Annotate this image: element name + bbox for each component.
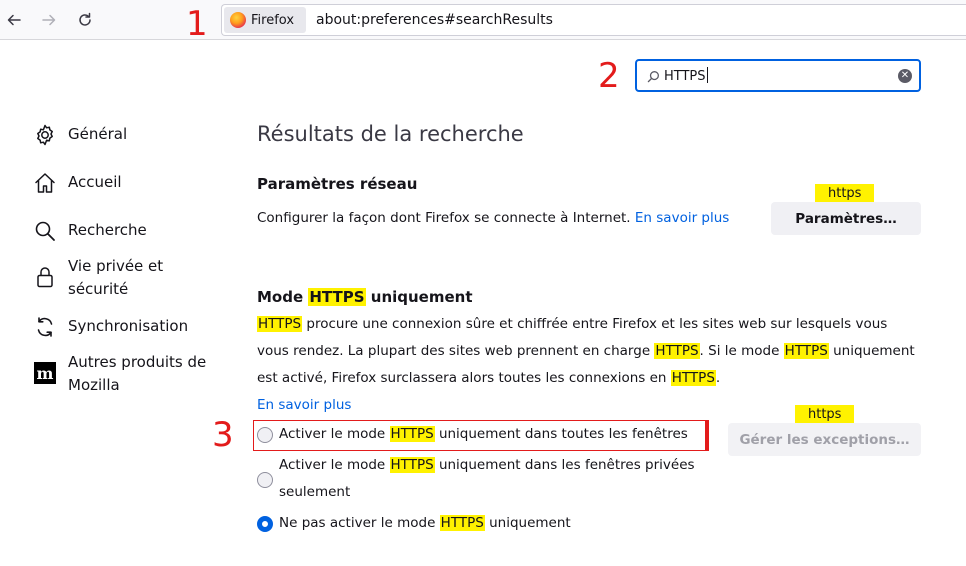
network-section-title: Paramètres réseau [257, 175, 418, 193]
clear-search-button[interactable]: ✕ [898, 69, 912, 83]
label-text: Activer le mode [279, 457, 390, 473]
search-value-text: HTTPS [664, 69, 706, 84]
manage-exceptions-button[interactable]: Gérer les exceptions… [728, 423, 921, 456]
page-title: Résultats de la recherche [257, 122, 524, 146]
sidebar-item-label: Accueil [68, 173, 122, 191]
lock-icon [33, 265, 57, 289]
search-highlight: HTTPS [389, 426, 435, 442]
https-description-line-1: HTTPS procure une connexion sûre et chif… [257, 311, 887, 338]
forward-button[interactable] [37, 8, 61, 32]
sidebar-item-label: Autres produits de Mozilla [68, 353, 207, 394]
url-bar[interactable]: Firefox about:preferences#searchResults [221, 4, 966, 36]
sidebar-item-mozilla-products[interactable]: m Autres produits de Mozilla [33, 351, 218, 397]
radio-https-all-windows[interactable]: Activer le mode HTTPS uniquement dans to… [257, 421, 688, 448]
site-identity-button[interactable]: Firefox [224, 7, 306, 33]
radio-button-selected[interactable] [257, 516, 273, 532]
description-text: uniquement [828, 343, 915, 359]
browser-toolbar: Firefox about:preferences#searchResults [0, 0, 966, 40]
sidebar-item-label: Synchronisation [68, 317, 189, 335]
label-text: uniquement dans toutes les fenêtres [434, 426, 688, 442]
home-icon [33, 171, 57, 195]
search-value: HTTPS [664, 67, 708, 84]
description-text: vous rendez. La plupart des sites web pr… [257, 343, 655, 359]
network-description: Configurer la façon dont Firefox se conn… [257, 205, 729, 232]
reload-button[interactable] [73, 8, 97, 32]
sidebar-item-general[interactable]: Général [33, 123, 218, 147]
mozilla-icon: m [33, 361, 57, 385]
search-icon [647, 71, 659, 83]
title-text: uniquement [365, 288, 473, 306]
label-text: uniquement dans les fenêtres privées [434, 457, 695, 473]
label-text: Activer le mode [279, 426, 390, 442]
label-text: Ne pas activer le mode [279, 515, 440, 531]
radio-label: Activer le mode HTTPS uniquement dans le… [279, 452, 695, 506]
https-description-line-2: vous rendez. La plupart des sites web pr… [257, 338, 915, 365]
description-text: est activé, Firefox surclassera alors to… [257, 370, 671, 386]
sync-icon [33, 315, 57, 339]
sidebar-item-sync[interactable]: Synchronisation [33, 315, 218, 339]
network-settings-button[interactable]: Paramètres… [771, 202, 921, 235]
sidebar-item-label: Vie privée et sécurité [68, 257, 164, 298]
network-learn-more-link[interactable]: En savoir plus [635, 210, 729, 226]
https-learn-more-row: En savoir plus [257, 392, 351, 419]
url-text[interactable]: about:preferences#searchResults [316, 12, 553, 28]
back-button[interactable] [2, 8, 26, 32]
exceptions-match-tooltip: https [795, 405, 855, 430]
reload-icon [79, 12, 91, 26]
description-text: . [715, 370, 721, 386]
description-text: . Si le mode [699, 343, 784, 359]
description-text: procure une connexion sûre et chiffrée e… [302, 316, 888, 332]
search-highlight: HTTPS [439, 515, 485, 531]
sidebar-item-label: Recherche [68, 221, 147, 239]
radio-https-private-windows[interactable]: Activer le mode HTTPS uniquement dans le… [257, 452, 695, 506]
https-description-line-3: est activé, Firefox surclassera alors to… [257, 365, 720, 392]
search-match-tooltip: https [815, 184, 875, 209]
network-description-text: Configurer la façon dont Firefox se conn… [257, 210, 631, 226]
sidebar-item-privacy[interactable]: Vie privée et sécurité [33, 255, 218, 301]
firefox-logo-icon [230, 12, 246, 28]
annotation-1: 1 [186, 4, 208, 44]
identity-label: Firefox [251, 12, 295, 28]
label-text: seulement [279, 484, 351, 500]
sidebar-item-home[interactable]: Accueil [33, 171, 218, 195]
preferences-search-input[interactable]: HTTPS ✕ [635, 59, 921, 92]
arrow-right-icon [42, 14, 56, 26]
search-highlight: HTTPS [389, 457, 435, 473]
https-section-title: Mode HTTPS uniquement [257, 288, 473, 306]
text-caret [706, 67, 708, 83]
radio-button[interactable] [257, 427, 273, 443]
search-highlight: HTTPS [783, 343, 829, 359]
close-icon: ✕ [900, 70, 910, 81]
sidebar-item-search[interactable]: Recherche [33, 219, 218, 243]
radio-label: Ne pas activer le mode HTTPS uniquement [279, 510, 571, 537]
search-icon [33, 219, 57, 243]
search-highlight: HTTPS [654, 343, 700, 359]
arrow-left-icon [7, 14, 21, 26]
radio-button[interactable] [257, 472, 273, 488]
gear-icon [33, 123, 57, 147]
search-highlight: HTTPS [670, 370, 716, 386]
label-text: uniquement [484, 515, 571, 531]
annotation-2: 2 [598, 56, 620, 96]
radio-label: Activer le mode HTTPS uniquement dans to… [279, 421, 688, 448]
svg-text:m: m [37, 364, 54, 383]
search-highlight: HTTPS [308, 288, 366, 306]
annotation-3: 3 [212, 415, 234, 455]
search-highlight: HTTPS [257, 316, 303, 332]
title-text: Mode [257, 288, 309, 306]
radio-https-disabled[interactable]: Ne pas activer le mode HTTPS uniquement [257, 510, 571, 537]
https-learn-more-link[interactable]: En savoir plus [257, 397, 351, 413]
sidebar-item-label: Général [68, 125, 128, 143]
